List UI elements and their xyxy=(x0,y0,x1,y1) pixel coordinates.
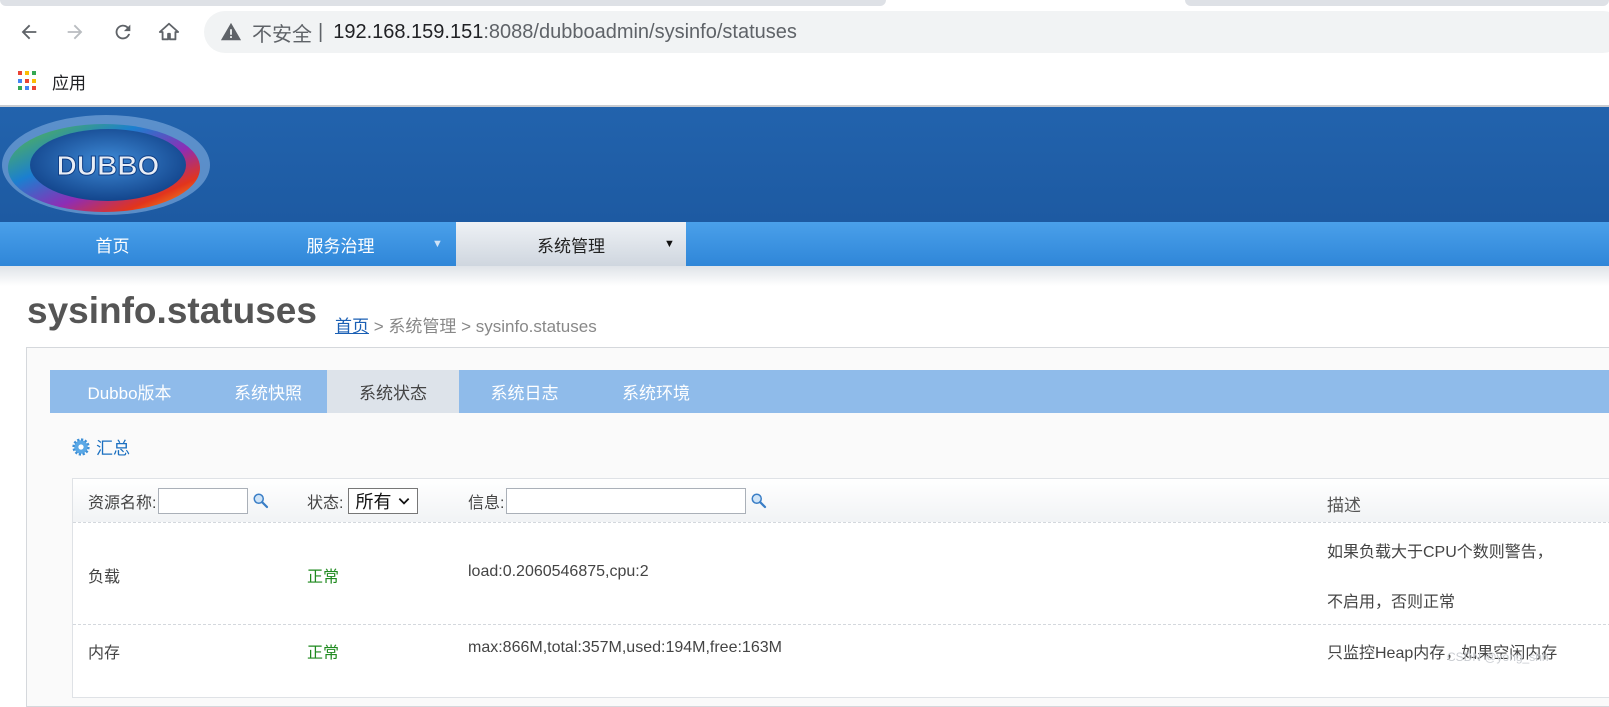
breadcrumb: 首页 > 系统管理 > sysinfo.statuses xyxy=(335,312,597,337)
bookmark-apps[interactable]: 应用 xyxy=(52,69,86,94)
apps-grid-icon xyxy=(18,71,38,91)
breadcrumb-home-link[interactable]: 首页 xyxy=(335,317,369,336)
summary-label: 汇总 xyxy=(96,439,130,458)
filter-resource-label: 资源名称: xyxy=(88,495,157,512)
dubbo-logo[interactable]: DUBBO xyxy=(0,112,212,218)
resource-name: 内存 xyxy=(88,645,121,662)
info-input[interactable] xyxy=(506,488,747,514)
chevron-down-icon xyxy=(399,498,410,505)
arrow-left-icon xyxy=(21,24,37,40)
url-path: :8088/dubboadmin/sysinfo/statuses xyxy=(483,20,797,43)
desc-header: 描述 xyxy=(1327,496,1361,515)
watermark: CSDN @yong_shh xyxy=(1447,650,1549,664)
reload-icon xyxy=(115,24,131,40)
address-bar[interactable]: 不安全 | 192.168.159.151 :8088/dubboadmin/s… xyxy=(204,11,1609,53)
tab-dubbo-version[interactable]: Dubbo版本 xyxy=(50,370,209,413)
filter-status: 状态: 所有 xyxy=(307,488,419,514)
status-desc-2: 不启用，否则正常 xyxy=(1327,594,1456,611)
status-table: 资源名称: 状态: 所有 信息: 描述 负载 正常 load:0.2060546… xyxy=(72,478,1609,698)
status-select-value: 所有 xyxy=(355,492,392,512)
status-info: load:0.2060546875,cpu:2 xyxy=(468,563,649,580)
tab-system-env[interactable]: 系统环境 xyxy=(590,370,722,413)
url-host: 192.168.159.151 xyxy=(333,20,484,43)
filter-info-label: 信息: xyxy=(468,495,505,512)
table-header: 资源名称: 状态: 所有 信息: 描述 xyxy=(73,479,1609,523)
chevron-down-icon: ▼ xyxy=(432,238,443,250)
nav-home[interactable]: 首页 xyxy=(0,222,225,266)
back-button[interactable] xyxy=(13,16,45,48)
home-button[interactable] xyxy=(153,16,185,48)
arrow-right-icon xyxy=(67,24,83,40)
status-desc: 如果负载大于CPU个数则警告， xyxy=(1327,544,1553,561)
nav-governance[interactable]: 服务治理 ▼ xyxy=(225,222,456,266)
breadcrumb-rest: > 系统管理 > sysinfo.statuses xyxy=(369,317,597,336)
header-banner xyxy=(0,107,1609,222)
tab-system-status[interactable]: 系统状态 xyxy=(327,370,459,413)
warning-icon[interactable] xyxy=(220,21,242,43)
resource-name: 负载 xyxy=(88,569,121,586)
tab-strip-inactive[interactable] xyxy=(0,0,886,6)
nav-governance-label: 服务治理 xyxy=(306,236,375,256)
tab-system-log[interactable]: 系统日志 xyxy=(459,370,590,413)
chevron-down-icon: ▼ xyxy=(664,238,675,250)
tab-system-snapshot[interactable]: 系统快照 xyxy=(209,370,327,413)
status-info: max:866M,total:357M,used:194M,free:163M xyxy=(468,639,782,656)
page-title: sysinfo.statuses xyxy=(27,290,317,331)
logo-text: DUBBO xyxy=(57,150,160,181)
status-select[interactable]: 所有 xyxy=(348,488,419,514)
search-icon[interactable] xyxy=(252,492,270,510)
subtabs: Dubbo版本 系统快照 系统状态 系统日志 系统环境 xyxy=(50,370,1609,413)
status-ok: 正常 xyxy=(307,645,340,662)
forward-button[interactable] xyxy=(59,16,91,48)
summary-link[interactable]: 汇总 xyxy=(72,434,130,459)
status-ok: 正常 xyxy=(307,569,340,586)
tab-strip-inactive-2[interactable] xyxy=(1185,0,1609,6)
nav-sysadmin[interactable]: 系统管理 ▼ xyxy=(456,222,686,266)
nav-shadow xyxy=(0,266,1609,286)
home-icon xyxy=(158,22,180,41)
reload-button[interactable] xyxy=(107,16,139,48)
main-nav: 首页 服务治理 ▼ 系统管理 ▼ xyxy=(0,222,1609,266)
table-row: 内存 正常 max:866M,total:357M,used:194M,free… xyxy=(73,625,1609,685)
filter-status-label: 状态: xyxy=(307,495,344,512)
bookmarks-bar: 应用 xyxy=(0,62,86,100)
insecure-label: 不安全 xyxy=(252,23,312,46)
filter-info: 信息: xyxy=(468,488,768,514)
table-row: 负载 正常 load:0.2060546875,cpu:2 如果负载大于CPU个… xyxy=(73,523,1609,625)
resource-name-input[interactable] xyxy=(158,488,249,514)
gear-icon xyxy=(72,437,90,456)
nav-sysadmin-label: 系统管理 xyxy=(537,236,605,256)
filter-resource: 资源名称: xyxy=(88,488,270,514)
url-separator: | xyxy=(318,20,324,43)
browser-toolbar: 不安全 | 192.168.159.151 :8088/dubboadmin/s… xyxy=(0,0,1609,108)
search-icon[interactable] xyxy=(750,492,768,510)
